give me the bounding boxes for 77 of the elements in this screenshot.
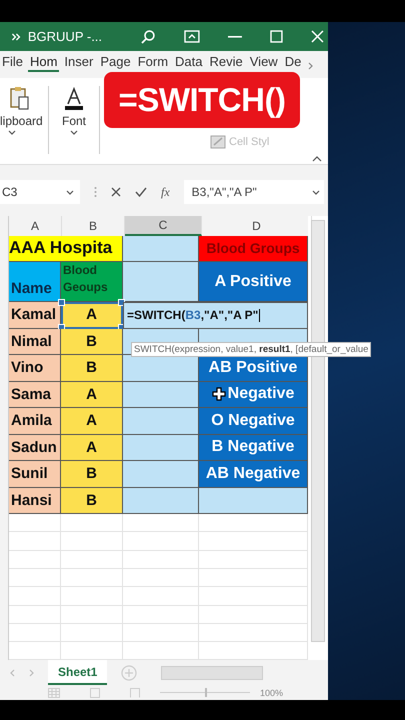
previous-sheet-icon[interactable]	[10, 668, 15, 677]
empty-cell	[61, 606, 123, 624]
grip-icon[interactable]	[94, 186, 97, 198]
table-cell: Sama	[9, 382, 61, 408]
table-cell: Kamal	[9, 302, 61, 329]
ribbon-display-icon[interactable]	[184, 30, 200, 44]
table-cell: Sadun	[9, 434, 61, 462]
empty-cell	[61, 550, 123, 569]
ribbon-tab[interactable]: De	[282, 53, 304, 72]
horizontal-scrollbar[interactable]	[161, 666, 264, 680]
add-sheet-icon[interactable]	[121, 664, 138, 681]
table-cell: Name	[9, 262, 61, 302]
dropdown-icon[interactable]	[66, 190, 74, 195]
minimize-icon[interactable]	[228, 36, 242, 38]
table-cell: B	[61, 461, 123, 488]
ribbon-tab[interactable]: File	[0, 53, 25, 72]
cell-styles-icon[interactable]	[210, 135, 226, 150]
ribbon-tab[interactable]: Revie	[208, 53, 245, 72]
close-icon[interactable]	[311, 30, 324, 43]
maximize-icon[interactable]	[270, 30, 284, 43]
group-label: lipboard	[0, 114, 43, 128]
page-break-icon[interactable]	[130, 688, 140, 698]
collapse-ribbon-icon[interactable]	[312, 156, 322, 162]
table-cell: Blood Geoups	[61, 262, 123, 302]
insert-function-button[interactable]: fx	[161, 184, 170, 200]
ribbon-tab[interactable]: Data	[173, 53, 204, 72]
table-cell: A	[61, 408, 123, 435]
column-header[interactable]: C	[125, 216, 202, 236]
table-cell: Hansi	[9, 488, 61, 514]
table-cell: A	[61, 302, 123, 329]
ribbon-tab[interactable]: Inser	[62, 53, 96, 72]
table-cell: Sunil	[9, 461, 61, 488]
name-box[interactable]: C3	[0, 180, 80, 204]
ribbon-tab[interactable]: Page	[98, 53, 133, 72]
table-cell: B	[61, 328, 123, 356]
table-cell: A	[61, 434, 123, 462]
caret-icon[interactable]	[8, 130, 16, 136]
cell-text: Negative	[228, 385, 294, 404]
empty-cell	[61, 624, 123, 642]
font-color-icon[interactable]	[62, 86, 86, 112]
table-cell: Vino	[9, 355, 61, 382]
group-label: Font	[62, 114, 86, 128]
ribbon-tab[interactable]: Form	[136, 53, 170, 72]
cell-text: AB Positive	[208, 358, 298, 377]
page-layout-icon[interactable]	[90, 688, 100, 698]
cell-styles-label: Cell Styl	[229, 136, 270, 148]
next-sheet-icon[interactable]	[29, 668, 34, 677]
table-cell: A Positive	[199, 262, 308, 302]
normal-view-icon[interactable]	[48, 688, 60, 698]
table-cell: Amila	[9, 408, 61, 435]
search-icon[interactable]	[140, 28, 156, 44]
cell-text: AB Negative	[206, 464, 300, 483]
title-banner: =SWITCH()	[104, 72, 300, 128]
cancel-icon[interactable]	[111, 187, 121, 198]
table-cell: Blood Groups	[199, 236, 308, 262]
table-cell: A	[61, 382, 123, 408]
empty-cell	[61, 532, 123, 551]
ribbon-tab[interactable]: Hom	[28, 53, 60, 72]
expand-icon[interactable]	[312, 190, 320, 195]
empty-cell	[61, 514, 123, 532]
table-cell: AAA Hospita	[9, 236, 123, 262]
cell-text: O Negative	[211, 412, 295, 430]
empty-cell	[61, 587, 123, 606]
formula-field[interactable]: B3,"A","A P"	[184, 180, 324, 204]
window-title: BGRUUP -...	[28, 29, 104, 44]
table-cell: B	[61, 488, 123, 514]
cell-text: B Negative	[212, 438, 294, 456]
sheet-tab[interactable]: Sheet1	[48, 660, 108, 686]
ribbon-tab[interactable]: View	[248, 53, 280, 72]
table-cell: Nimal	[9, 328, 61, 356]
formula-input[interactable]: =SWITCH(B3,"A","A P"	[123, 302, 308, 329]
function-tooltip: SWITCH(expression, value1, result1, [default_or_value	[131, 342, 372, 357]
caret-icon[interactable]	[70, 130, 78, 136]
table-cell: B	[61, 355, 123, 382]
chevron-right-icon[interactable]	[308, 62, 314, 70]
empty-cell	[61, 569, 123, 588]
enter-icon[interactable]	[135, 187, 147, 198]
